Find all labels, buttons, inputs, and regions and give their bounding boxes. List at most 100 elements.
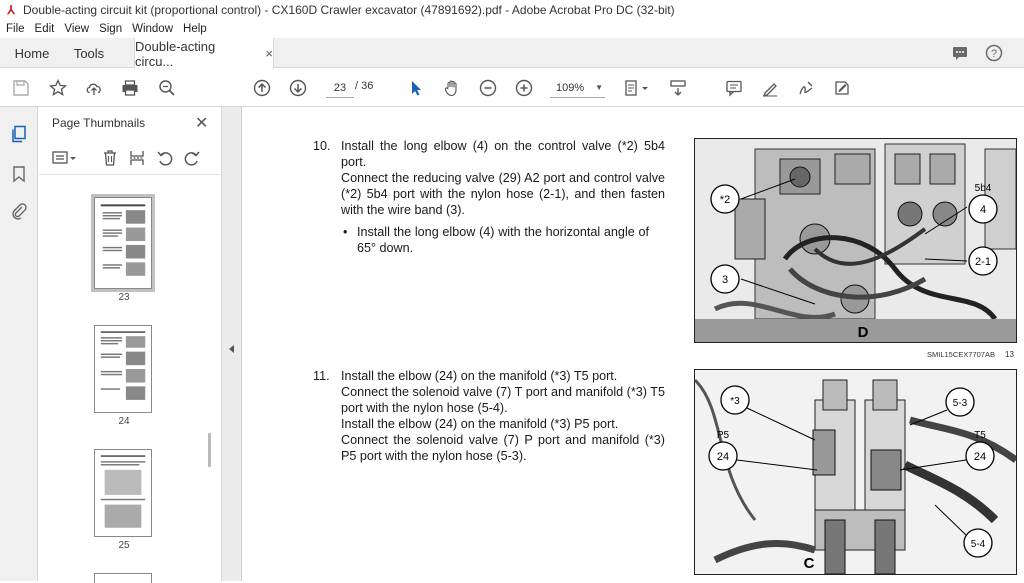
help-icon[interactable]: ?: [985, 44, 1003, 62]
bookmark-icon[interactable]: [10, 165, 28, 183]
next-page-icon[interactable]: [288, 78, 308, 98]
step-text: Connect the solenoid valve (7) T port an…: [341, 385, 665, 415]
step-number: 10.: [313, 139, 331, 153]
tab-tools[interactable]: Tools: [62, 38, 116, 68]
select-cursor-icon[interactable]: [406, 78, 426, 98]
menu-sign[interactable]: Sign: [99, 23, 122, 35]
thumbnail-page-25[interactable]: [94, 449, 152, 537]
rotate-counterclockwise-icon[interactable]: [156, 149, 174, 167]
callout-label: 5b4: [975, 183, 992, 194]
menu-help[interactable]: Help: [183, 23, 207, 35]
menu-bar: File Edit View Sign Window Help: [0, 20, 1024, 38]
comment-bubble-icon[interactable]: [951, 44, 969, 62]
thumbnail-page-26-partial[interactable]: [94, 573, 152, 583]
thumbnails-panel: Page Thumbnails ✕ 23 24 25: [39, 107, 222, 583]
figure-manifold-drawing: *3 5-3 P5 T5 24 24 5-4 C: [693, 370, 1019, 575]
close-tab-icon[interactable]: ×: [265, 46, 273, 61]
menu-view[interactable]: View: [64, 23, 89, 35]
callout-label: 3: [722, 274, 728, 286]
thumbnail-page-24[interactable]: [94, 325, 152, 413]
window-title: Double-acting circuit kit (proportional …: [23, 3, 675, 17]
page-number-input[interactable]: 23: [326, 78, 354, 98]
navigation-rail: [0, 107, 38, 581]
thumbnail-preview: [95, 326, 151, 412]
callout-label: 5-4: [971, 539, 986, 550]
figure-number: 13: [1005, 350, 1014, 359]
menu-edit[interactable]: Edit: [35, 23, 55, 35]
rotate-clockwise-icon[interactable]: [183, 149, 201, 167]
figure-caption: SMIL15CEX7707AB: [927, 350, 995, 359]
thumbnail-page-23[interactable]: [91, 194, 155, 292]
step-bullet: Install the long elbow (4) with the hori…: [341, 224, 649, 256]
save-icon[interactable]: [11, 78, 31, 98]
step-number: 11.: [313, 369, 330, 383]
scroll-mode-icon[interactable]: [668, 78, 688, 98]
callout-label: 4: [980, 204, 986, 216]
thumbnail-label-25: 25: [118, 540, 130, 551]
tab-document-label: Double-acting circu...: [135, 38, 216, 69]
tab-home-label: Home: [14, 45, 50, 61]
zoom-level-value: 109%: [556, 81, 585, 94]
delete-page-icon[interactable]: [101, 149, 119, 167]
callout-label: 24: [717, 451, 729, 463]
figure-control-valve-drawing: *2 5b4 4 2-1 3 D: [695, 139, 1017, 342]
bookmark-star-icon[interactable]: [48, 78, 68, 98]
zoom-out-icon[interactable]: [478, 78, 498, 98]
zoom-search-icon[interactable]: [157, 78, 177, 98]
view-letter: C: [804, 555, 815, 572]
highlight-pen-icon[interactable]: [760, 78, 780, 98]
previous-page-icon[interactable]: [252, 78, 272, 98]
callout-label: 24: [974, 451, 986, 463]
fill-sign-icon[interactable]: [832, 78, 852, 98]
callout-label: *3: [730, 396, 740, 407]
page-thumbnails-icon[interactable]: [10, 125, 28, 143]
close-panel-icon[interactable]: ✕: [195, 113, 208, 133]
attachment-icon[interactable]: [10, 202, 28, 220]
upload-cloud-icon[interactable]: [84, 78, 104, 98]
comment-icon[interactable]: [724, 78, 744, 98]
svg-text:?: ?: [991, 48, 997, 60]
thumbnail-options-icon[interactable]: [52, 149, 78, 167]
port-label: P5: [717, 430, 730, 441]
document-view: 10. Install the long elbow (4) on the co…: [243, 107, 1024, 581]
scroll-thumb[interactable]: [208, 433, 211, 467]
step-text: Connect the reducing valve (29) A2 port …: [341, 171, 665, 217]
draw-sign-icon[interactable]: [796, 78, 816, 98]
step-text: Connect the solenoid valve (7) P port an…: [341, 433, 665, 463]
step-text: Install the long elbow (4) on the contro…: [341, 139, 665, 169]
panel-splitter[interactable]: [222, 107, 242, 581]
figure-control-valve: *2 5b4 4 2-1 3 D: [694, 138, 1017, 343]
step-text: Install the elbow (24) on the manifold (…: [341, 417, 619, 431]
thumbnail-label-23: 23: [118, 292, 130, 303]
zoom-in-icon[interactable]: [514, 78, 534, 98]
step-text: Install the elbow (24) on the manifold (…: [341, 369, 618, 383]
tab-document[interactable]: Double-acting circu... ×: [134, 38, 274, 69]
figure-manifold: *3 5-3 P5 T5 24 24 5-4 C: [693, 369, 1019, 575]
collapse-arrow-icon[interactable]: [229, 345, 234, 353]
page-display-icon[interactable]: [622, 78, 652, 98]
thumbnail-scrollbar[interactable]: [207, 183, 213, 573]
hand-tool-icon[interactable]: [442, 78, 462, 98]
page-total: / 36: [355, 80, 374, 92]
tab-bar: Home Tools Double-acting circu... × ?: [0, 38, 1024, 69]
thumbnail-label-24: 24: [118, 416, 130, 427]
print-icon[interactable]: [120, 78, 140, 98]
thumbnail-toolbar: [39, 141, 222, 175]
callout-label: 5-3: [953, 398, 968, 409]
main-toolbar: 23 / 36 109% ▼: [0, 69, 1024, 107]
title-bar: ⅄ Double-acting circuit kit (proportiona…: [0, 0, 1024, 20]
callout-label: 2-1: [975, 256, 991, 268]
zoom-level-dropdown[interactable]: 109% ▼: [550, 78, 605, 98]
tab-home[interactable]: Home: [4, 38, 60, 68]
chevron-down-icon: ▼: [595, 83, 603, 92]
port-label: T5: [974, 430, 986, 441]
callout-label: *2: [720, 194, 730, 206]
insert-page-icon[interactable]: [128, 149, 146, 167]
thumbnail-preview: [95, 450, 151, 536]
thumbnail-preview: [95, 198, 151, 288]
panel-title: Page Thumbnails: [52, 116, 146, 130]
menu-window[interactable]: Window: [132, 23, 173, 35]
menu-file[interactable]: File: [6, 23, 25, 35]
acrobat-logo-icon: ⅄: [7, 3, 15, 17]
view-letter: D: [858, 324, 869, 341]
